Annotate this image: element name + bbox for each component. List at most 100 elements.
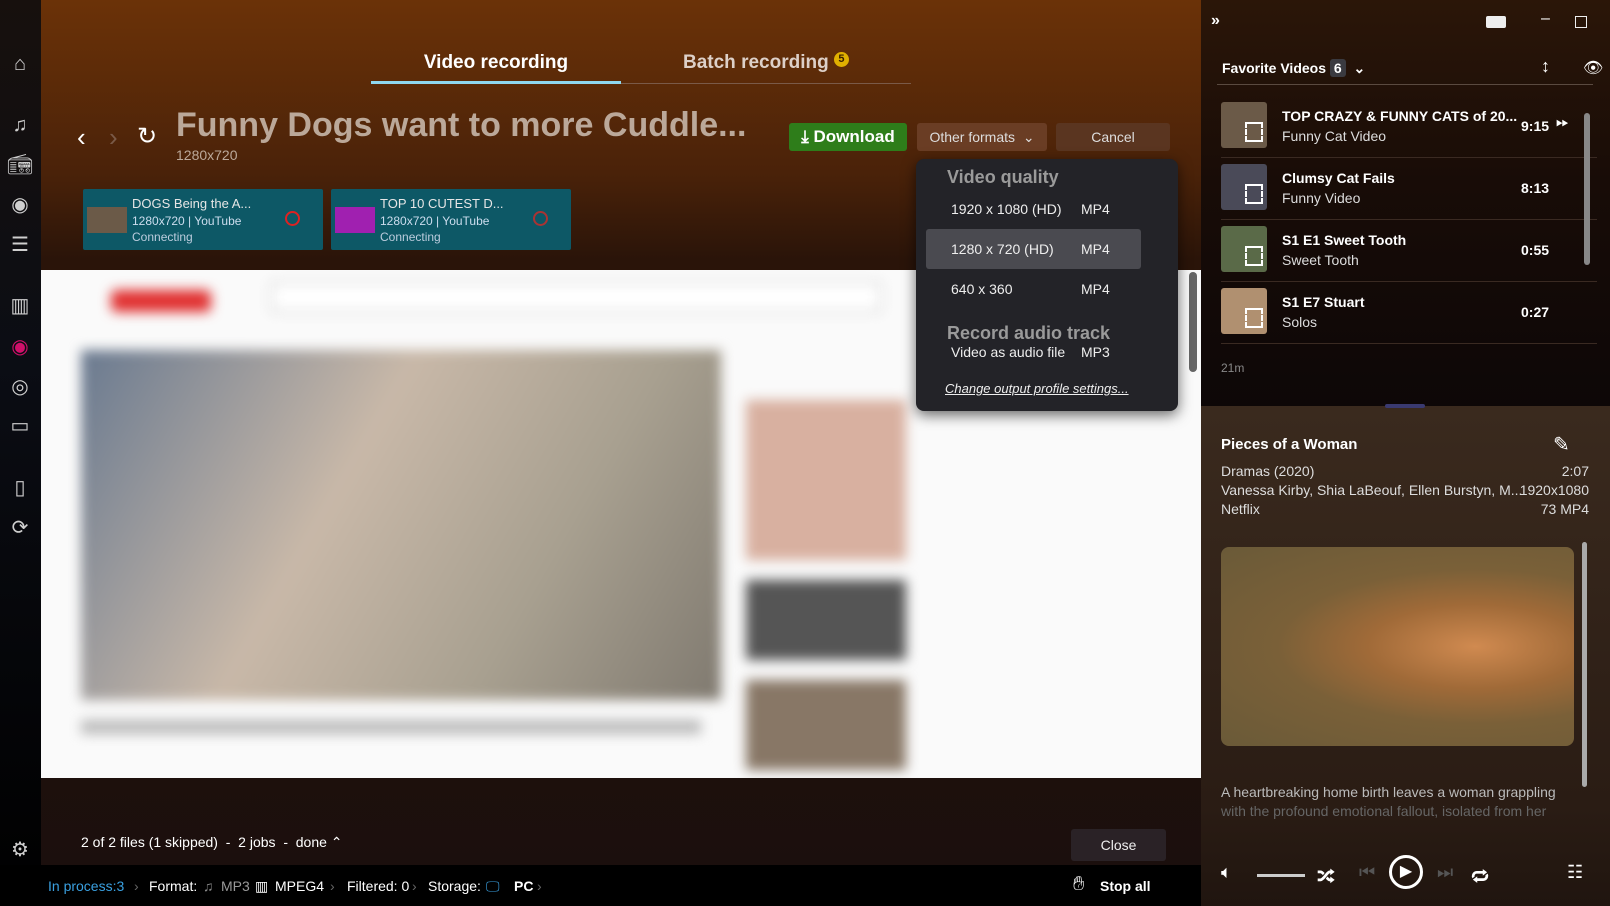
chevron-down-icon[interactable]: ⌄	[1353, 60, 1365, 76]
film-icon[interactable]: ▥	[6, 292, 34, 320]
tab-video-recording[interactable]: Video recording	[371, 52, 621, 74]
collapse-panel-icon[interactable]: »	[1211, 12, 1220, 30]
menu-item[interactable]: Video as audio file MP3	[926, 332, 1141, 372]
menu-heading: Video quality	[947, 167, 1059, 187]
resize-handle[interactable]	[1385, 404, 1425, 408]
tab-label: Video recording	[423, 52, 569, 73]
item-duration: 0:55	[1521, 242, 1550, 258]
previous-icon[interactable]: ⏮︎	[1359, 862, 1375, 883]
download-button[interactable]: ⤓ Download	[789, 123, 907, 151]
job-title: TOP 10 CUTEST D...	[380, 196, 504, 211]
edit-pencil-icon[interactable]: ✎	[1553, 432, 1570, 457]
playlist-item[interactable]: S1 E1 Sweet Tooth Sweet Tooth 0:55	[1221, 220, 1597, 282]
other-formats-label: Other formats	[929, 129, 1016, 145]
storage-value[interactable]: PC	[514, 878, 533, 894]
refresh-icon[interactable]: ↻	[137, 122, 157, 151]
chevron-right-icon: ›	[537, 878, 542, 894]
status-bar: In process:3 › Format: ♫ MP3 ▥ MPEG4 › F…	[0, 865, 1201, 906]
cancel-button[interactable]: Cancel	[1056, 123, 1170, 151]
site-search	[271, 282, 881, 312]
divider	[1217, 84, 1593, 85]
podcast-icon[interactable]: ◎	[6, 373, 34, 401]
chevron-down-icon: ⌄	[1022, 128, 1035, 145]
stop-hand-icon: ✋︎	[1073, 873, 1085, 895]
device-icon[interactable]: ▯	[6, 474, 34, 502]
forward-icon[interactable]: ›	[109, 122, 118, 153]
job-card[interactable]: DOGS Being the A... 1280x720 | YouTube C…	[83, 189, 323, 250]
item-title: S1 E1 Sweet Tooth	[1282, 232, 1407, 248]
sync-icon[interactable]: ⟳	[6, 514, 34, 542]
record-icon[interactable]	[285, 211, 300, 226]
expand-icon[interactable]: ⌃	[331, 834, 343, 850]
download-icon: ⤓	[801, 127, 814, 146]
chevron-right-icon: ›	[412, 878, 417, 894]
tab-batch-recording[interactable]: Batch recording 5	[661, 52, 871, 74]
format-video[interactable]: MPEG4	[275, 878, 324, 894]
job-status: Connecting	[132, 230, 193, 244]
details-source: Netflix	[1221, 501, 1260, 517]
details-format: 73 MP4	[1540, 501, 1589, 517]
play-button[interactable]: ▶	[1389, 855, 1423, 889]
filtered-count[interactable]: Filtered: 0	[347, 878, 409, 894]
film-icon	[1245, 122, 1263, 142]
details-description: with the profound emotional fallout, iso…	[1221, 803, 1547, 819]
format-label: Format:	[149, 878, 198, 894]
film-icon	[1245, 184, 1263, 204]
playlist-item[interactable]: Clumsy Cat Fails Funny Video 8:13	[1221, 158, 1597, 220]
video-record-icon[interactable]: ◉	[6, 333, 34, 361]
job-card[interactable]: TOP 10 CUTEST D... 1280x720 | YouTube Co…	[331, 189, 571, 250]
job-thumbnail	[335, 207, 375, 233]
menu-item[interactable]: 1920 x 1080 (HD) MP4	[926, 189, 1141, 229]
stop-all-button[interactable]: Stop all	[1100, 878, 1151, 894]
maximize-icon[interactable]	[1575, 16, 1587, 28]
playlist-title: Favorite Videos	[1222, 60, 1327, 76]
minimize-icon[interactable]: –	[1541, 10, 1550, 28]
close-button[interactable]: Close	[1071, 829, 1166, 861]
user-settings-icon[interactable]: ⚙	[6, 836, 34, 864]
next-icon[interactable]: ⏭︎	[1437, 862, 1453, 883]
scrollbar[interactable]	[1189, 272, 1197, 372]
music-icon[interactable]: ♫	[6, 111, 34, 139]
music-record-icon[interactable]: ◉	[6, 191, 34, 219]
details-duration: 2:07	[1561, 463, 1589, 479]
repeat-icon[interactable]: 🔁︎	[1471, 862, 1489, 889]
film-icon: ▥	[255, 878, 269, 894]
in-process-link[interactable]: In process:3	[48, 878, 124, 894]
home-icon[interactable]: ⌂	[6, 50, 34, 78]
sort-icon[interactable]: ↕	[1541, 56, 1550, 77]
item-subtitle: Sweet Tooth	[1282, 252, 1359, 268]
shuffle-icon[interactable]: 🔀︎	[1317, 862, 1335, 889]
eye-icon[interactable]: 👁︎	[1583, 58, 1603, 78]
back-icon[interactable]: ‹	[77, 122, 86, 153]
radio-icon[interactable]: 📻︎	[6, 151, 34, 179]
details-panel: Pieces of a Woman ✎ Dramas (2020) 2:07 V…	[1201, 404, 1610, 906]
menu-item[interactable]: 640 x 360 MP4	[926, 269, 1141, 309]
menu-item-selected[interactable]: 1280 x 720 (HD) MP4	[926, 229, 1141, 269]
scrollbar[interactable]	[1584, 113, 1590, 265]
pc-icon: 🖵︎	[486, 878, 500, 894]
record-icon[interactable]	[533, 211, 548, 226]
playlist-header[interactable]: Favorite Videos 6 ⌄	[1222, 59, 1365, 77]
active-tab-indicator	[371, 81, 621, 84]
volume-slider[interactable]	[1257, 874, 1305, 877]
monitor-icon[interactable]: ▭	[6, 412, 34, 440]
count-badge: 6	[1329, 59, 1346, 77]
chevron-right-icon: ›	[134, 878, 139, 894]
details-description: A heartbreaking home birth leaves a woma…	[1221, 784, 1556, 800]
other-formats-dropdown[interactable]: Other formats ⌄	[917, 123, 1047, 151]
layout-icon[interactable]	[1486, 16, 1506, 28]
related-thumb	[746, 680, 906, 770]
playlist-item[interactable]: S1 E7 Stuart Solos 0:27	[1221, 282, 1597, 344]
job-thumbnail	[87, 207, 127, 233]
fast-forward-icon[interactable]: ⏩︎	[1556, 114, 1569, 132]
job-title: DOGS Being the A...	[132, 196, 252, 211]
details-resolution: 1920x1080	[1519, 482, 1589, 498]
download-label: Download	[813, 127, 895, 146]
scrollbar[interactable]	[1582, 542, 1587, 787]
playlist-icon[interactable]: ☰	[6, 231, 34, 259]
equalizer-icon[interactable]: ☷	[1567, 862, 1583, 883]
format-audio[interactable]: MP3	[221, 878, 250, 894]
playlist-item[interactable]: TOP CRAZY & FUNNY CATS of 20... Funny Cat…	[1221, 96, 1597, 158]
output-profile-link[interactable]: Change output profile settings...	[945, 381, 1129, 396]
volume-icon[interactable]: 🔈︎	[1221, 862, 1232, 883]
